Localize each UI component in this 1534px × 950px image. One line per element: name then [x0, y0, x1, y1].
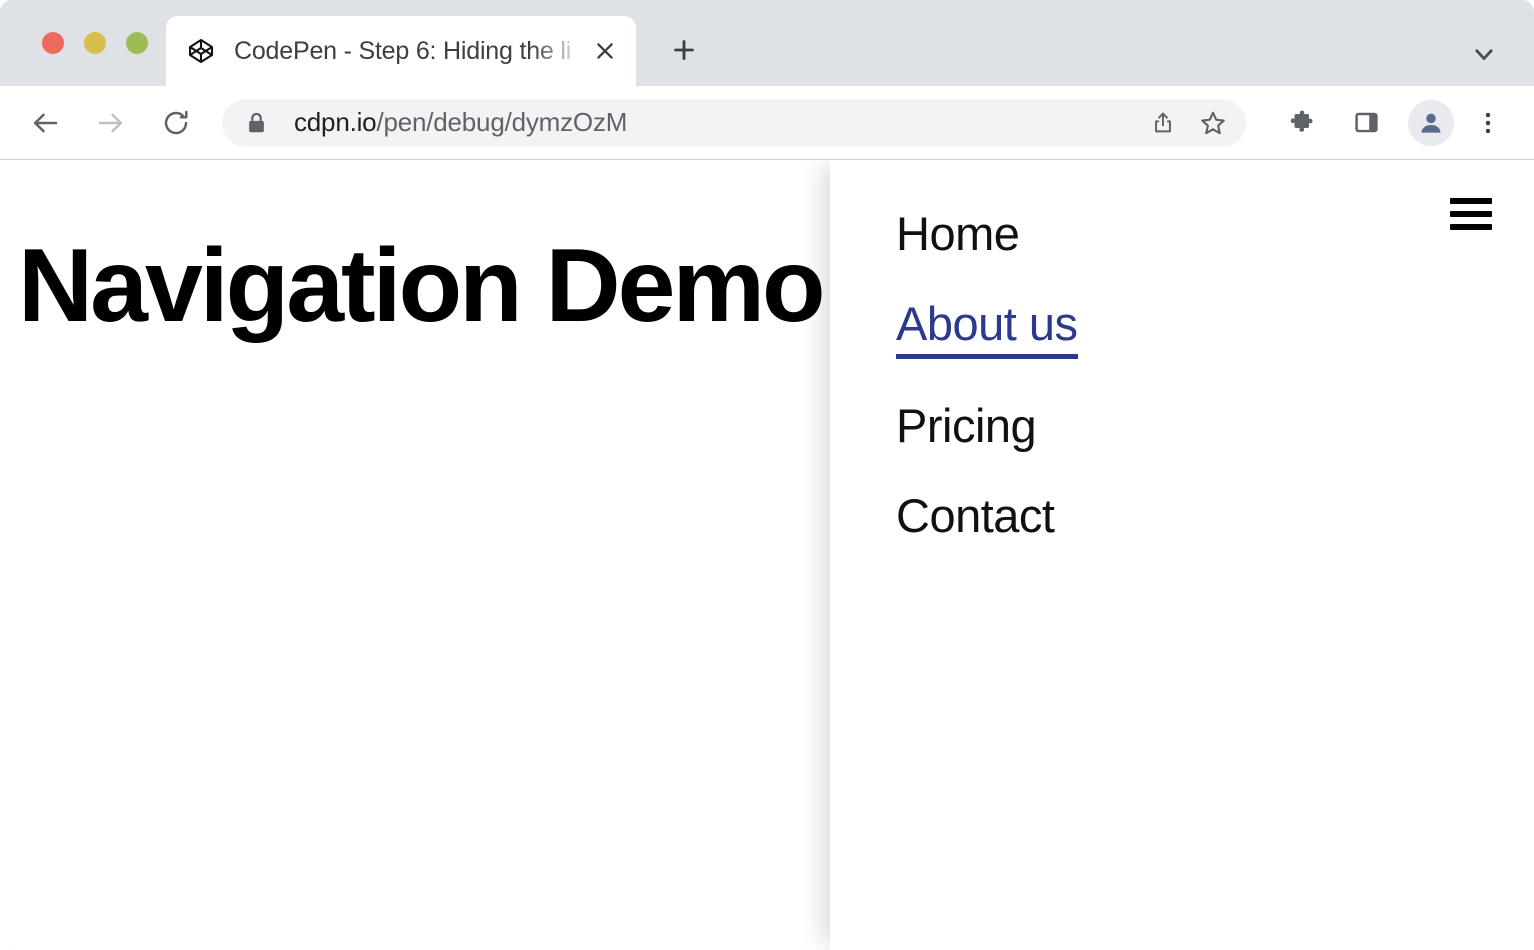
page-viewport: Navigation Demo Home About us Pricing Co…	[0, 160, 1534, 950]
nav-list: Home About us Pricing Contact	[896, 210, 1078, 539]
browser-menu-button[interactable]	[1466, 99, 1510, 147]
nav-link-home[interactable]: Home	[896, 210, 1019, 257]
side-panel-button[interactable]	[1342, 99, 1390, 147]
window-minimize-button[interactable]	[84, 32, 106, 54]
forward-button	[86, 99, 134, 147]
tab-close-button[interactable]	[588, 34, 622, 68]
browser-toolbar: cdpn.io/pen/debug/dymzOzM	[0, 86, 1534, 160]
reload-button[interactable]	[152, 99, 200, 147]
url-path: /pen/debug/dymzOzM	[376, 107, 627, 137]
nav-item-about-us: About us	[896, 300, 1078, 359]
window-controls	[0, 0, 148, 86]
url-host: cdpn.io	[294, 107, 376, 137]
nav-link-pricing[interactable]: Pricing	[896, 402, 1036, 449]
window-close-button[interactable]	[42, 32, 64, 54]
back-button[interactable]	[22, 99, 70, 147]
tab-strip: CodePen - Step 6: Hiding the li	[0, 0, 1534, 86]
share-icon[interactable]	[1140, 100, 1186, 146]
browser-tab[interactable]: CodePen - Step 6: Hiding the li	[166, 16, 636, 86]
lock-icon	[246, 111, 268, 135]
toolbar-actions	[1262, 99, 1510, 147]
tab-search-button[interactable]	[1462, 32, 1506, 76]
nav-item-home: Home	[896, 210, 1078, 257]
star-icon[interactable]	[1190, 100, 1236, 146]
hamburger-menu-icon[interactable]	[1450, 198, 1492, 230]
nav-item-contact: Contact	[896, 492, 1078, 539]
codepen-favicon	[186, 36, 216, 66]
new-tab-button[interactable]	[662, 28, 706, 72]
navigation-drawer: Home About us Pricing Contact	[830, 160, 1534, 950]
profile-avatar[interactable]	[1408, 100, 1454, 146]
extensions-button[interactable]	[1278, 99, 1326, 147]
page-title: Navigation Demo	[18, 232, 822, 341]
url-text: cdpn.io/pen/debug/dymzOzM	[294, 107, 1136, 138]
nav-link-contact[interactable]: Contact	[896, 492, 1054, 539]
nav-link-about-us[interactable]: About us	[896, 300, 1078, 359]
address-bar[interactable]: cdpn.io/pen/debug/dymzOzM	[222, 99, 1246, 147]
hamburger-bar-1	[1450, 198, 1492, 204]
tab-title: CodePen - Step 6: Hiding the li	[234, 37, 588, 66]
hamburger-bar-3	[1450, 224, 1492, 230]
hamburger-bar-2	[1450, 211, 1492, 217]
browser-window: CodePen - Step 6: Hiding the li	[0, 0, 1534, 950]
window-zoom-button[interactable]	[126, 32, 148, 54]
nav-item-pricing: Pricing	[896, 402, 1078, 449]
